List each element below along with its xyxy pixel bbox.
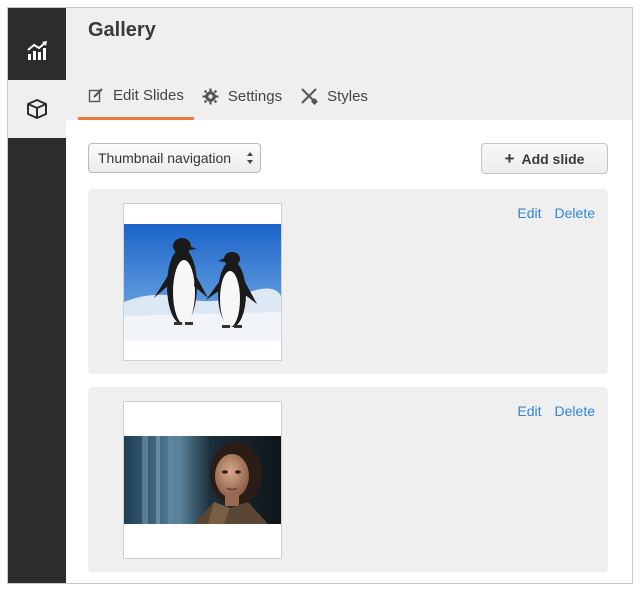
slide-actions: Edit Delete <box>504 205 595 221</box>
add-slide-button[interactable]: + Add slide <box>481 143 608 174</box>
delete-slide-link[interactable]: Delete <box>555 205 595 221</box>
tab-edit-slides[interactable]: Edit Slides <box>78 76 194 120</box>
cube-icon <box>26 98 48 120</box>
analytics-icon <box>26 40 48 62</box>
edit-slide-link[interactable]: Edit <box>517 403 541 419</box>
plus-icon: + <box>504 148 515 168</box>
woman-portrait-photo <box>124 436 281 524</box>
main-content: Thumbnail navigation + Add slide Edit De… <box>66 120 632 583</box>
select-arrows-icon <box>246 151 254 165</box>
add-slide-label: Add slide <box>521 150 585 167</box>
tab-styles[interactable]: Styles <box>300 76 368 116</box>
slide-item: Edit Delete <box>88 189 608 374</box>
page-header: Gallery Edit Slides Settings Styles <box>66 8 632 120</box>
slide-item: Edit Delete <box>88 387 608 572</box>
navigation-select-value: Thumbnail navigation <box>98 150 232 166</box>
app-window: Gallery Edit Slides Settings Styles Thum… <box>7 7 633 584</box>
edit-slide-link[interactable]: Edit <box>517 205 541 221</box>
tab-bar: Edit Slides Settings Styles <box>78 76 386 120</box>
tab-settings[interactable]: Settings <box>202 76 282 116</box>
gear-icon <box>202 88 219 105</box>
brush-icon <box>300 87 319 105</box>
penguins-photo <box>124 224 281 341</box>
edit-icon <box>88 87 104 103</box>
slide-actions: Edit Delete <box>504 403 595 419</box>
sidebar <box>8 8 66 583</box>
slide-thumbnail-portrait <box>123 401 282 559</box>
tab-label: Settings <box>227 87 283 105</box>
tab-label: Styles <box>327 87 368 105</box>
navigation-select[interactable]: Thumbnail navigation <box>88 143 261 173</box>
delete-slide-link[interactable]: Delete <box>555 403 595 419</box>
sidebar-item-analytics[interactable] <box>8 22 66 80</box>
sidebar-item-cube[interactable] <box>8 80 66 138</box>
tab-label: Edit Slides <box>113 86 184 104</box>
page-title: Gallery <box>88 19 156 41</box>
slide-thumbnail-penguins <box>123 203 282 361</box>
